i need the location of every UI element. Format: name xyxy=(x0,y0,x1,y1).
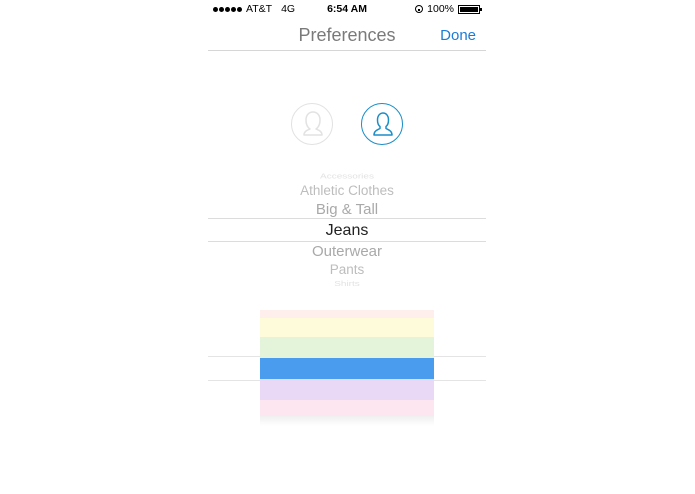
color-swatch-yellow[interactable] xyxy=(260,318,434,337)
female-profile-icon[interactable] xyxy=(291,103,333,145)
color-swatch-gray[interactable] xyxy=(260,416,434,426)
battery-percent: 100% xyxy=(427,3,454,15)
picker-divider-bottom xyxy=(208,241,486,242)
picker-item-outerwear[interactable]: Outerwear xyxy=(208,243,486,260)
color-swatch-red[interactable] xyxy=(260,310,434,318)
done-button[interactable]: Done xyxy=(440,27,476,44)
picker-item-accessories[interactable]: Accessories xyxy=(208,172,486,180)
status-right: 100% xyxy=(415,3,482,15)
color-swatch-green[interactable] xyxy=(260,337,434,358)
picker-item-jeans[interactable]: Jeans xyxy=(208,222,486,240)
nav-bar: Preferences Done xyxy=(208,18,486,51)
picker-item-pants[interactable]: Pants xyxy=(208,262,486,277)
phone-screen: AT&T 4G 6:54 AM 100% Preferences Done Ac… xyxy=(208,0,486,494)
picker-divider-top xyxy=(208,218,486,219)
color-swatch-purple[interactable] xyxy=(260,379,434,400)
picker-item-shirts[interactable]: Shirts xyxy=(208,281,486,289)
status-bar: AT&T 4G 6:54 AM 100% xyxy=(208,0,486,18)
picker-item-big-tall[interactable]: Big & Tall xyxy=(208,201,486,218)
color-swatch-blue[interactable] xyxy=(260,358,434,379)
battery-icon xyxy=(458,4,482,14)
rotation-lock-icon xyxy=(415,5,424,13)
male-profile-icon[interactable] xyxy=(361,103,403,145)
color-swatch-pink[interactable] xyxy=(260,400,434,416)
picker-item-athletic-clothes[interactable]: Athletic Clothes xyxy=(208,183,486,198)
